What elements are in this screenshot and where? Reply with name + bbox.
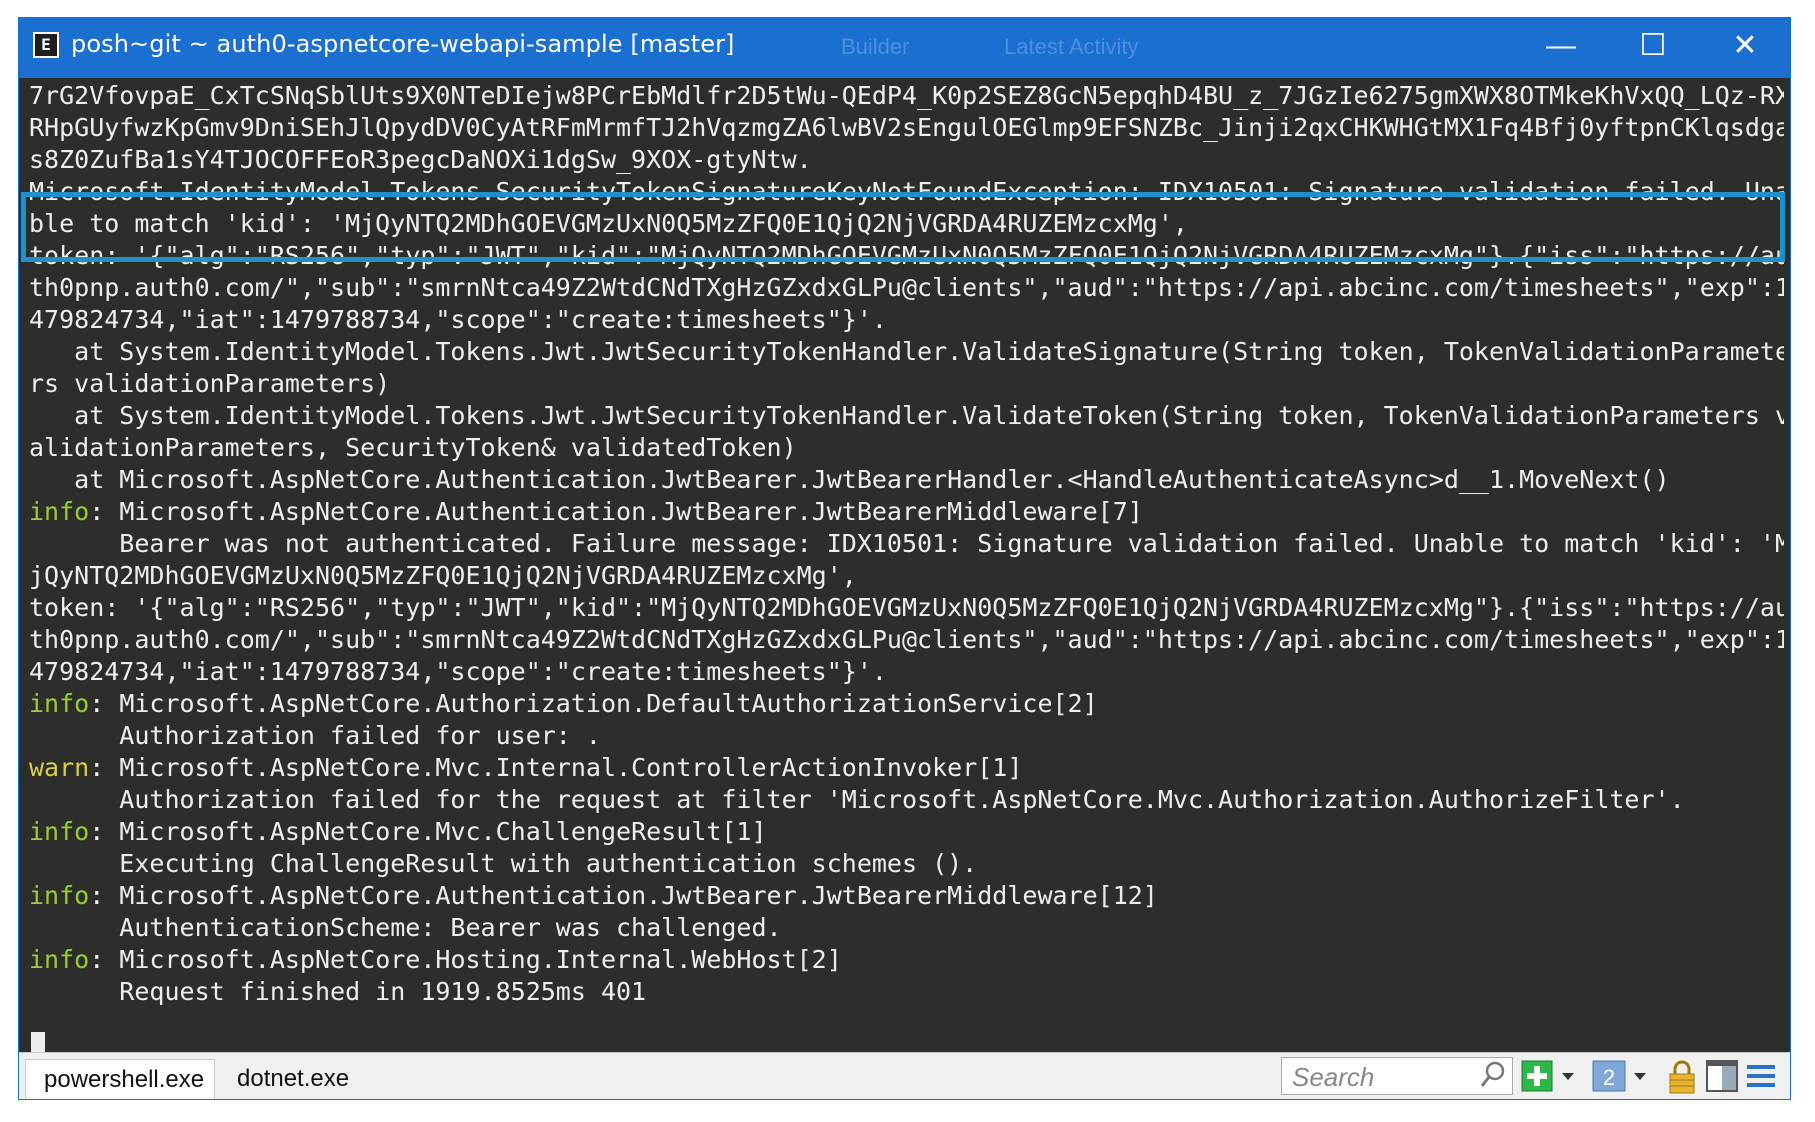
console-line: alidationParameters, SecurityToken& vali…: [29, 432, 1784, 464]
maximize-icon: ☐: [1639, 29, 1667, 62]
console-line: Executing ChallengeResult with authentic…: [29, 848, 1784, 880]
console-app-icon[interactable]: E: [33, 32, 59, 58]
search-box[interactable]: [1281, 1057, 1513, 1095]
console-line-text: Authorization failed for the request at …: [29, 785, 1685, 814]
new-console-icon[interactable]: [1521, 1059, 1553, 1095]
console-line: 479824734,"iat":1479788734,"scope":"crea…: [29, 656, 1784, 688]
background-ghost-text: Latest Activity: [1004, 34, 1139, 59]
console-line-text: rs validationParameters): [29, 369, 391, 398]
console-line: at Microsoft.AspNetCore.Authentication.J…: [29, 464, 1784, 496]
window-title: posh~git ~ auth0-aspnetcore-webapi-sampl…: [71, 30, 735, 58]
dropdown-arrow-icon[interactable]: [1559, 1059, 1577, 1095]
log-level-prefix: info: [29, 689, 90, 718]
console-number-label: 2: [1603, 1065, 1615, 1090]
console-line-text: : Microsoft.AspNetCore.Hosting.Internal.…: [89, 945, 842, 974]
error-highlight-box: [21, 192, 1785, 262]
console-line-text: th0pnp.auth0.com/","sub":"smrnNtca49Z2Wt…: [29, 625, 1784, 654]
console-line: info: Microsoft.AspNetCore.Authenticatio…: [29, 496, 1784, 528]
tab-dotnet[interactable]: dotnet.exe: [219, 1059, 389, 1099]
console-line-text: at System.IdentityModel.Tokens.Jwt.JwtSe…: [29, 401, 1784, 430]
log-level-prefix: info: [29, 945, 90, 974]
dropdown-arrow-icon[interactable]: [1631, 1059, 1649, 1095]
console-line: s8Z0ZufBa1sY4TJOCOFFEoR3pegcDaNOXi1dgSw_…: [29, 144, 1784, 176]
log-level-prefix: info: [29, 817, 90, 846]
console-line: jQyNTQ2MDhGOEVGMzUxN0Q5MzZFQ0E1QjQ2NjVGR…: [29, 560, 1784, 592]
minimize-button[interactable]: —: [1515, 18, 1607, 78]
search-input[interactable]: [1290, 1060, 1474, 1094]
title-bar[interactable]: E posh~git ~ auth0-aspnetcore-webapi-sam…: [19, 18, 1790, 78]
console-line: rs validationParameters): [29, 368, 1784, 400]
console-line: info: Microsoft.AspNetCore.Hosting.Inter…: [29, 944, 1784, 976]
console-line: th0pnp.auth0.com/","sub":"smrnNtca49Z2Wt…: [29, 624, 1784, 656]
console-line-text: th0pnp.auth0.com/","sub":"smrnNtca49Z2Wt…: [29, 273, 1784, 302]
console-line: 7rG2VfovpaE_CxTcSNqSblUts9X0NTeDIejw8PCr…: [29, 80, 1784, 112]
console-line: RHpGUyfwzKpGmv9DniSEhJlQpydDV0CyAtRFmMrm…: [29, 112, 1784, 144]
console-output[interactable]: 7rG2VfovpaE_CxTcSNqSblUts9X0NTeDIejw8PCr…: [19, 78, 1790, 1068]
split-view-icon[interactable]: [1705, 1059, 1739, 1095]
minimize-icon: —: [1546, 29, 1576, 62]
console-line: warn: Microsoft.AspNetCore.Mvc.Internal.…: [29, 752, 1784, 784]
console-line-text: 479824734,"iat":1479788734,"scope":"crea…: [29, 657, 887, 686]
log-level-prefix: info: [29, 881, 90, 910]
console-line-text: jQyNTQ2MDhGOEVGMzUxN0Q5MzZFQ0E1QjQ2NjVGR…: [29, 561, 857, 590]
close-icon: ✕: [1732, 29, 1758, 62]
console-line: at System.IdentityModel.Tokens.Jwt.JwtSe…: [29, 400, 1784, 432]
log-level-prefix: warn: [29, 753, 90, 782]
lock-icon[interactable]: [1667, 1059, 1697, 1095]
status-bar: powershell.exe dotnet.exe 2: [19, 1052, 1790, 1099]
menu-icon[interactable]: [1745, 1059, 1777, 1095]
console-line: Authorization failed for the request at …: [29, 784, 1784, 816]
console-line-text: 7rG2VfovpaE_CxTcSNqSblUts9X0NTeDIejw8PCr…: [29, 81, 1784, 110]
maximize-button[interactable]: ☐: [1607, 18, 1699, 78]
console-line-text: token: '{"alg":"RS256","typ":"JWT","kid"…: [29, 593, 1784, 622]
console-line-text: : Microsoft.AspNetCore.Authentication.Jw…: [89, 497, 1143, 526]
console-line: AuthenticationScheme: Bearer was challen…: [29, 912, 1784, 944]
console-line-text: at Microsoft.AspNetCore.Authentication.J…: [29, 465, 1670, 494]
console-line: 479824734,"iat":1479788734,"scope":"crea…: [29, 304, 1784, 336]
console-line-text: s8Z0ZufBa1sY4TJOCOFFEoR3pegcDaNOXi1dgSw_…: [29, 145, 812, 174]
search-icon[interactable]: [1480, 1060, 1506, 1097]
console-line-text: : Microsoft.AspNetCore.Mvc.ChallengeResu…: [89, 817, 767, 846]
tab-powershell[interactable]: powershell.exe: [25, 1059, 215, 1099]
console-line: info: Microsoft.AspNetCore.Mvc.Challenge…: [29, 816, 1784, 848]
console-line-text: : Microsoft.AspNetCore.Authorization.Def…: [89, 689, 1098, 718]
console-window: E posh~git ~ auth0-aspnetcore-webapi-sam…: [18, 17, 1791, 1100]
console-line-text: alidationParameters, SecurityToken& vali…: [29, 433, 797, 462]
console-line: info: Microsoft.AspNetCore.Authorization…: [29, 688, 1784, 720]
console-line: token: '{"alg":"RS256","typ":"JWT","kid"…: [29, 592, 1784, 624]
console-number-icon[interactable]: 2: [1591, 1059, 1627, 1095]
console-line-text: : Microsoft.AspNetCore.Mvc.Internal.Cont…: [89, 753, 1023, 782]
console-line: Request finished in 1919.8525ms 401: [29, 976, 1784, 1008]
console-line: Authorization failed for user: .: [29, 720, 1784, 752]
console-line-text: 479824734,"iat":1479788734,"scope":"crea…: [29, 305, 887, 334]
console-line-text: Request finished in 1919.8525ms 401: [29, 977, 647, 1006]
console-line-text: RHpGUyfwzKpGmv9DniSEhJlQpydDV0CyAtRFmMrm…: [29, 113, 1784, 142]
console-line-text: Bearer was not authenticated. Failure me…: [29, 529, 1784, 558]
background-ghost-text: Builder: [841, 34, 910, 59]
console-line-text: at System.IdentityModel.Tokens.Jwt.JwtSe…: [29, 337, 1784, 366]
console-line: th0pnp.auth0.com/","sub":"smrnNtca49Z2Wt…: [29, 272, 1784, 304]
console-line: Bearer was not authenticated. Failure me…: [29, 528, 1784, 560]
log-level-prefix: info: [29, 497, 90, 526]
console-line-text: : Microsoft.AspNetCore.Authentication.Jw…: [89, 881, 1158, 910]
console-line: at System.IdentityModel.Tokens.Jwt.JwtSe…: [29, 336, 1784, 368]
console-line: info: Microsoft.AspNetCore.Authenticatio…: [29, 880, 1784, 912]
console-line-text: AuthenticationScheme: Bearer was challen…: [29, 913, 782, 942]
console-line-text: Authorization failed for user: .: [29, 721, 601, 750]
close-button[interactable]: ✕: [1699, 18, 1790, 78]
console-line-text: Executing ChallengeResult with authentic…: [29, 849, 978, 878]
